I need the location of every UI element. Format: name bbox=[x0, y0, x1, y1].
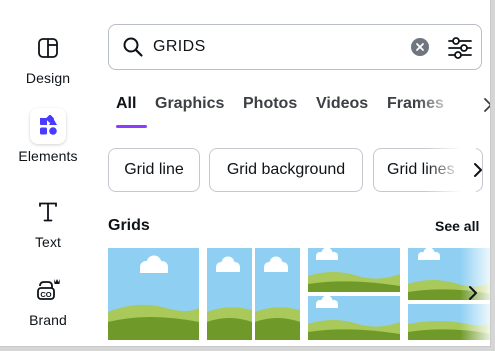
chevron-right-icon[interactable] bbox=[472, 160, 484, 180]
filter-icon[interactable] bbox=[447, 35, 473, 61]
tab-videos[interactable]: Videos bbox=[316, 93, 368, 115]
brand-icon: CO bbox=[30, 272, 66, 308]
text-icon bbox=[30, 194, 66, 230]
chevron-right-icon[interactable] bbox=[467, 283, 479, 303]
search-icon[interactable] bbox=[121, 35, 145, 59]
rail-item-brand[interactable]: CO Brand bbox=[0, 272, 96, 346]
section-title: Grids bbox=[108, 217, 150, 234]
search-box bbox=[108, 24, 482, 70]
tab-all[interactable]: All bbox=[116, 93, 136, 115]
tab-photos[interactable]: Photos bbox=[243, 93, 297, 115]
rail-item-text[interactable]: Text bbox=[0, 194, 96, 270]
chevron-right-icon[interactable] bbox=[482, 96, 491, 114]
grid-thumbnail[interactable] bbox=[108, 248, 199, 340]
rail-item-design[interactable]: Design bbox=[0, 30, 96, 106]
elements-icon bbox=[30, 108, 66, 144]
search-input[interactable] bbox=[153, 38, 393, 56]
chip-grid-line[interactable]: Grid line bbox=[108, 148, 200, 192]
elements-window: Design Elements Text CO Brand GRIDS All … bbox=[0, 0, 491, 347]
clear-icon[interactable] bbox=[411, 38, 429, 56]
grid-thumbnail[interactable] bbox=[308, 248, 400, 340]
design-icon bbox=[30, 30, 66, 66]
tab-fade bbox=[416, 93, 466, 117]
chips-fade bbox=[426, 148, 476, 192]
elements-panel: All Graphics Photos Videos Frames Grid l… bbox=[96, 0, 490, 346]
rail-label-design: Design bbox=[25, 70, 71, 86]
rail-label-text: Text bbox=[34, 234, 62, 250]
grid-thumbnails bbox=[108, 248, 490, 340]
rail-label-brand: Brand bbox=[29, 312, 67, 328]
svg-text:CO: CO bbox=[40, 290, 51, 299]
tab-bar: All Graphics Photos Videos Frames bbox=[116, 93, 491, 129]
tab-graphics[interactable]: Graphics bbox=[155, 93, 224, 115]
grid-thumbnail[interactable] bbox=[207, 248, 300, 340]
active-tab-indicator bbox=[116, 125, 147, 128]
rail-label-elements: Elements bbox=[18, 148, 78, 164]
see-all-link[interactable]: See all bbox=[435, 218, 479, 234]
chip-grid-background[interactable]: Grid background bbox=[209, 148, 363, 192]
rail-item-elements[interactable]: Elements bbox=[0, 108, 96, 184]
side-rail: Design Elements Text CO Brand bbox=[0, 0, 96, 346]
